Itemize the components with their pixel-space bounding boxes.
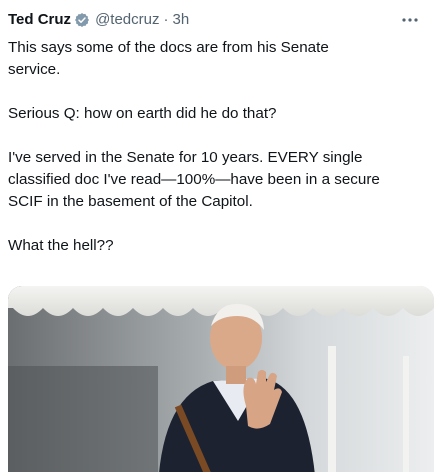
author-display-name[interactable]: Ted Cruz (8, 10, 71, 30)
tweet-card[interactable]: Ted Cruz @tedcruz · 3h This says some of… (0, 0, 434, 472)
more-horizontal-icon[interactable] (398, 10, 422, 30)
tweet-header: Ted Cruz @tedcruz · 3h (8, 10, 424, 30)
tweet-paragraph: This says some of the docs are from his … (8, 39, 329, 78)
verified-badge-icon (74, 12, 90, 28)
separator-dot: · (163, 11, 169, 28)
author-handle[interactable]: @tedcruz (95, 10, 159, 30)
tweet-timestamp[interactable]: 3h (172, 10, 189, 30)
tweet-text: This says some of the docs are from his … (8, 37, 426, 257)
tweet-paragraph: What the hell?? (8, 237, 114, 254)
tweet-paragraph: I've served in the Senate for 10 years. … (8, 149, 380, 210)
tweet-paragraph: Serious Q: how on earth did he do that? (8, 105, 277, 122)
tweet-photo[interactable] (8, 286, 434, 472)
